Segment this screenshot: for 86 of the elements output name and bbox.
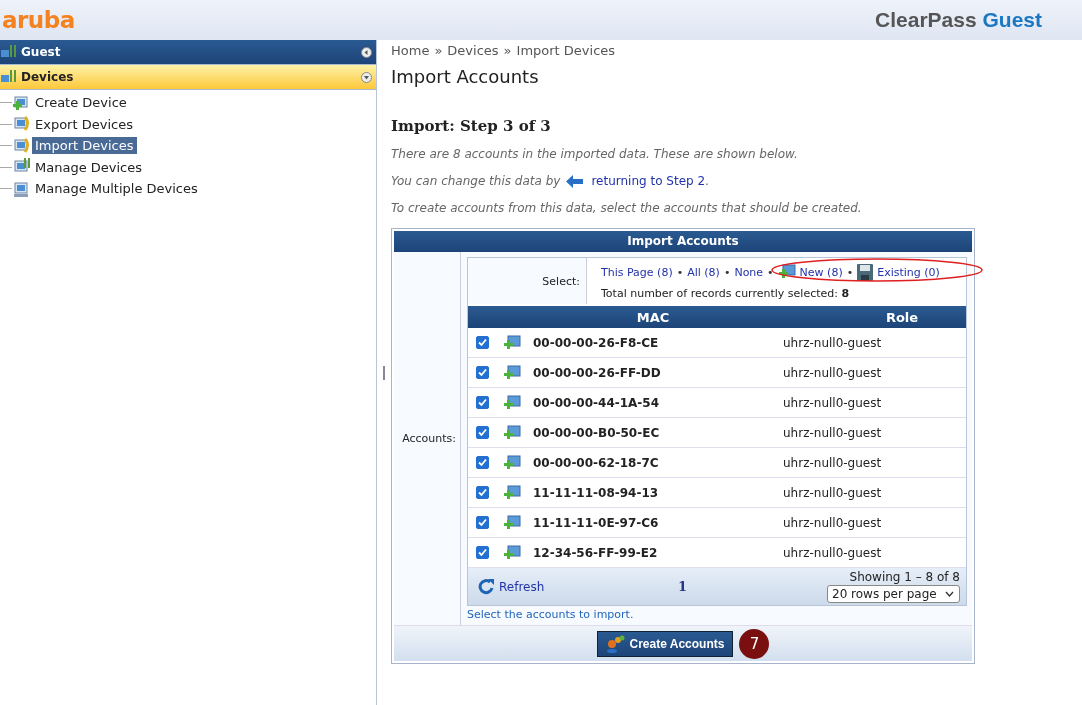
role-cell: uhrz-null0-guest (783, 485, 882, 500)
device-icon (12, 179, 30, 198)
sidebar-item[interactable]: Manage Multiple Devices (32, 180, 201, 198)
network-icon (1, 69, 17, 85)
users-icon (605, 634, 626, 653)
add-device-icon (503, 543, 521, 562)
row-checkbox[interactable] (476, 486, 489, 499)
breadcrumb-separator: » (434, 43, 443, 58)
row-checkbox[interactable] (476, 516, 489, 529)
role-cell: uhrz-null0-guest (783, 425, 882, 440)
period-text: . (705, 174, 709, 188)
network-icon (1, 44, 17, 60)
bullet-separator: • (676, 265, 684, 279)
column-header: MAC (635, 309, 671, 325)
breadcrumb-link[interactable]: Devices (447, 43, 499, 58)
role-cell: uhrz-null0-guest (783, 365, 882, 380)
refresh-link[interactable]: Refresh (478, 578, 678, 595)
sidebar-item[interactable]: Export Devices (32, 115, 136, 133)
selected-count-text: Total number of records currently selected: 8 (601, 287, 851, 300)
bullet-separator: • (723, 265, 731, 279)
add-device-icon (777, 263, 796, 281)
mac-cell-text: 11-11-11-0E-97-C6 (533, 515, 660, 530)
sidebar-item[interactable]: Manage Devices (32, 158, 145, 176)
aruba-logo: aruba (2, 7, 75, 33)
add-device-icon (503, 483, 521, 502)
breadcrumb-link[interactable]: Import Devices (516, 43, 616, 58)
row-checkbox[interactable] (476, 456, 489, 469)
bullet-separator: • (846, 265, 854, 279)
step-badge: 7 (739, 628, 770, 659)
row-checkbox[interactable] (476, 396, 489, 409)
chevron-icon (945, 591, 954, 597)
add-device-icon (503, 423, 521, 442)
hint-text: Select the accounts to import. (467, 608, 635, 621)
mac-cell-text: 12-34-56-FF-99-E2 (533, 545, 659, 560)
mac-cell-text: 00-00-00-26-F8-CE (533, 335, 660, 350)
product-title: ClearPass Guest (875, 8, 1042, 32)
mac-cell-text: 00-00-00-44-1A-54 (533, 395, 661, 410)
role-cell: uhrz-null0-guest (783, 545, 882, 560)
add-device-icon (503, 363, 521, 382)
create-accounts-button[interactable]: Create Accounts (596, 630, 734, 657)
panel-title: Import Accounts (394, 231, 972, 252)
select-link[interactable]: None (734, 265, 764, 279)
role-cell: uhrz-null0-guest (783, 515, 882, 530)
instruction-text: To create accounts from this data, select the accounts that should be created. (391, 201, 863, 215)
return-link[interactable]: returning to Step 2 (591, 174, 706, 188)
breadcrumb-link[interactable]: Home (391, 43, 430, 58)
mac-cell-text: 11-11-11-08-94-13 (533, 485, 660, 500)
select-link[interactable]: Existing (0) (877, 265, 940, 279)
sidebar-section[interactable]: Devices (0, 65, 376, 90)
mac-cell-text: 00-00-00-62-18-7C (533, 455, 660, 470)
step-heading: Import: Step 3 of 3 (391, 117, 552, 135)
select-label: Select: (468, 258, 587, 304)
back-arrow-icon (566, 174, 584, 188)
page-title: Import Accounts (391, 66, 540, 87)
column-header: Role (884, 309, 920, 325)
device-icon (12, 93, 30, 112)
sidebar-section[interactable]: Guest (0, 40, 376, 65)
toggle-icon (361, 71, 372, 83)
select-link[interactable]: This Page (8) (601, 265, 673, 279)
refresh-icon (478, 578, 495, 595)
role-cell: uhrz-null0-guest (783, 455, 882, 470)
add-device-icon (503, 333, 521, 352)
rows-per-page-dropdown[interactable]: 20 rows per page (827, 585, 960, 603)
row-checkbox[interactable] (476, 336, 489, 349)
change-text: You can change this data by (391, 174, 561, 188)
row-checkbox[interactable] (476, 426, 489, 439)
add-device-icon (503, 393, 521, 412)
sidebar-item[interactable]: Create Device (32, 94, 130, 112)
mac-cell-text: 00-00-00-B0-50-EC (533, 425, 661, 440)
role-cell: uhrz-null0-guest (783, 395, 882, 410)
select-link[interactable]: New (8) (799, 265, 843, 279)
breadcrumb-separator: » (503, 43, 512, 58)
intro-text: There are 8 accounts in the imported data. These are shown below. (391, 147, 799, 161)
row-checkbox[interactable] (476, 366, 489, 379)
sidebar-item[interactable]: Import Devices (32, 137, 137, 155)
device-icon (12, 136, 30, 155)
select-link[interactable]: All (8) (687, 265, 720, 279)
add-device-icon (503, 513, 521, 532)
add-device-icon (503, 453, 521, 472)
bullet-separator: • (767, 265, 774, 279)
row-checkbox[interactable] (476, 546, 489, 559)
showing-text: Showing 1 – 8 of 8 (849, 570, 960, 584)
role-cell: uhrz-null0-guest (783, 335, 882, 350)
toggle-icon (361, 46, 372, 58)
mac-cell-text: 00-00-00-26-FF-DD (533, 365, 662, 380)
page-number[interactable]: 1 (678, 579, 827, 594)
